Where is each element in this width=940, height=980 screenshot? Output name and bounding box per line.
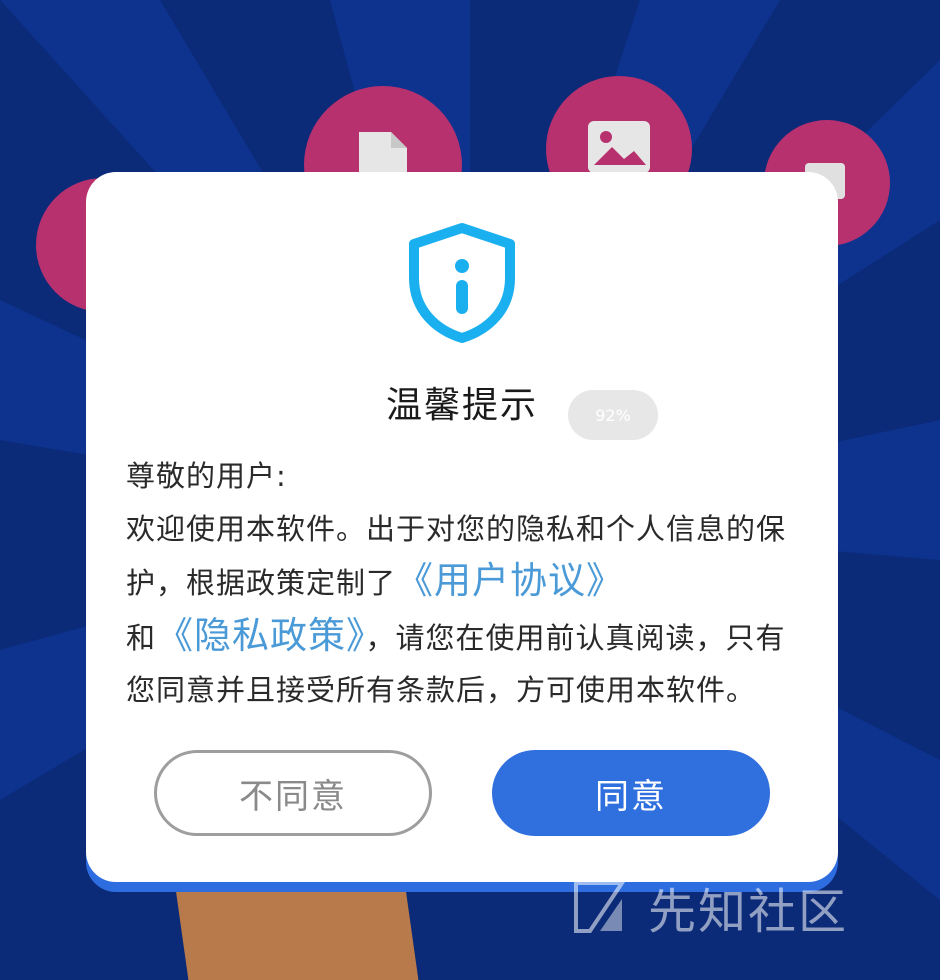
user-agreement-link[interactable]: 《用户协议》	[396, 559, 624, 602]
dialog-message: 尊敬的用户: 欢迎使用本软件。出于对您的隐私和个人信息的保护，根据政策定制了《用…	[126, 450, 786, 717]
message-paragraph: 欢迎使用本软件。出于对您的隐私和个人信息的保护，根据政策定制了《用户协议》 和《…	[126, 503, 786, 717]
disagree-button[interactable]: 不同意	[154, 750, 432, 836]
message-and: 和	[126, 620, 157, 655]
privacy-policy-link[interactable]: 《隐私政策》	[156, 614, 366, 657]
watermark-text: 先知社区	[648, 884, 849, 940]
watermark-logo-icon	[570, 877, 630, 937]
dialog-title: 温馨提示	[385, 385, 538, 426]
greeting-text: 尊敬的用户:	[126, 459, 287, 493]
agree-button[interactable]: 同意	[492, 750, 770, 836]
progress-badge: 92%	[568, 390, 658, 440]
watermark: 先知社区	[570, 872, 848, 942]
info-shield-icon	[406, 222, 518, 344]
